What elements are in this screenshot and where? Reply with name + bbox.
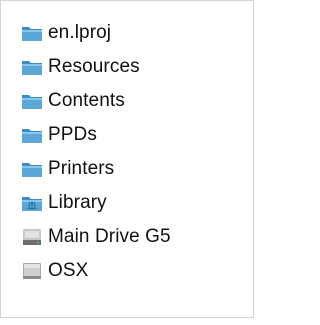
- folder-icon: [21, 57, 43, 77]
- path-item-label: en.lproj: [48, 22, 112, 43]
- folder-icon: [21, 23, 43, 43]
- folder-icon: [21, 159, 43, 179]
- path-item-main-drive-g5[interactable]: Main Drive G5: [21, 220, 171, 254]
- path-item-label: Contents: [48, 90, 125, 111]
- path-item-label: Printers: [48, 158, 115, 179]
- path-item-label: Resources: [48, 56, 140, 77]
- disk-icon: [21, 261, 43, 281]
- path-item-label: PPDs: [48, 124, 97, 145]
- path-item-resources[interactable]: Resources: [21, 50, 171, 84]
- path-item-en-lproj[interactable]: en.lproj: [21, 16, 171, 50]
- hard-drive-icon: [21, 227, 43, 247]
- path-item-ppds[interactable]: PPDs: [21, 118, 171, 152]
- path-item-printers[interactable]: Printers: [21, 152, 171, 186]
- path-item-label: Library: [48, 192, 107, 213]
- path-item-library[interactable]: Library: [21, 186, 171, 220]
- folder-icon: [21, 91, 43, 111]
- path-item-osx[interactable]: OSX: [21, 254, 171, 288]
- path-popup-menu: en.lproj Resources Contents PPDs Printer…: [0, 0, 254, 318]
- path-item-label: OSX: [48, 260, 89, 281]
- path-item-contents[interactable]: Contents: [21, 84, 171, 118]
- library-folder-icon: [21, 193, 43, 213]
- path-item-label: Main Drive G5: [48, 226, 171, 247]
- path-item-list: en.lproj Resources Contents PPDs Printer…: [21, 16, 171, 288]
- folder-icon: [21, 125, 43, 145]
